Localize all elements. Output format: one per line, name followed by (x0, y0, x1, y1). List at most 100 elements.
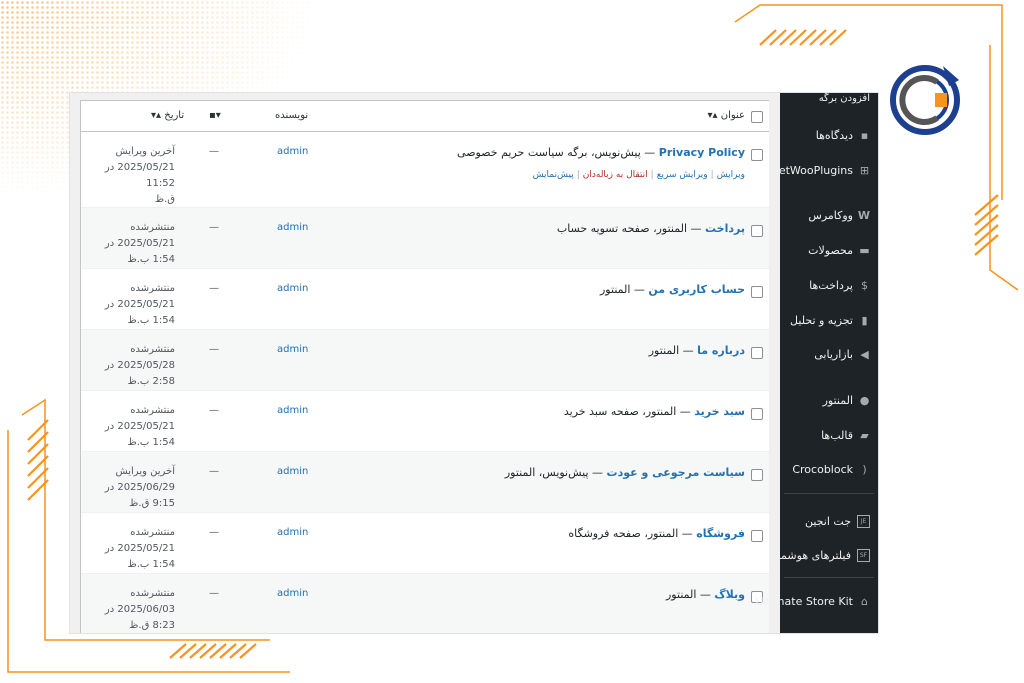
row-checkbox[interactable] (751, 530, 763, 542)
row-title: Privacy Policy — پیش‌نویس، برگه سیاست حر… (457, 146, 745, 159)
row-author[interactable]: admin (277, 527, 308, 538)
row-title-link[interactable]: Privacy Policy (659, 146, 745, 159)
row-comments: — (209, 146, 219, 157)
sidebar-divider (784, 493, 874, 494)
sidebar-item-marketing[interactable]: ◀ بازاریابی (814, 348, 870, 361)
row-title: حساب کاربری من — المنتور (600, 283, 745, 296)
row-title: سبد خرید — المنتور، صفحه سبد خرید (564, 405, 745, 418)
row-author[interactable]: admin (277, 222, 308, 233)
trash-link[interactable]: انتقال به زباله‌دان (583, 170, 648, 180)
sidebar-divider (784, 577, 874, 578)
row-date: منتشرشده 2025/05/21 در 1:54 ب.ظ (104, 405, 175, 448)
sidebar-item-comments[interactable]: ▪ دیدگاه‌ها (816, 129, 870, 142)
column-date-header[interactable]: تاریخ ▴▾ (151, 110, 184, 121)
elementor-icon: ● (859, 394, 870, 407)
table-row: حساب کاربری من — المنتور admin — منتشرشد… (81, 269, 769, 330)
row-checkbox[interactable] (751, 469, 763, 481)
row-title: درباره ما — المنتور (649, 344, 745, 357)
sidebar-item-analytics[interactable]: ▮ تجزیه و تحلیل (790, 314, 870, 327)
row-title-link[interactable]: سبد خرید (694, 405, 745, 418)
sidebar-item-products[interactable]: ▬ محصولات (808, 244, 870, 257)
sidebar-item-payments[interactable]: $ پرداخت‌ها (809, 279, 870, 292)
row-date: منتشرشده 2025/05/21 در 1:54 ب.ظ (104, 527, 175, 570)
row-title-link[interactable]: حساب کاربری من (648, 283, 745, 296)
row-comments: — (209, 222, 219, 233)
table-row: سبد خرید — المنتور، صفحه سبد خرید admin … (81, 391, 769, 452)
row-comments: — (209, 527, 219, 538)
comment-icon: ▪ (860, 129, 869, 142)
archive-icon: ▬ (859, 244, 870, 257)
row-author[interactable]: admin (277, 588, 308, 599)
brand-logo (890, 65, 960, 135)
table-header: عنوان ▴▾ نویسنده ▾▪ تاریخ ▴▾ (81, 101, 769, 132)
row-comments: — (209, 405, 219, 416)
table-row: Privacy Policy — پیش‌نویس، برگه سیاست حر… (81, 132, 769, 208)
table-row: پرداخت — المنتور، صفحه تسویه حساب admin … (81, 208, 769, 269)
row-author[interactable]: admin (277, 146, 308, 157)
edit-link[interactable]: ویرایش (717, 170, 745, 180)
woo-icon: W (857, 209, 870, 222)
row-title: پرداخت — المنتور، صفحه تسویه حساب (557, 222, 745, 235)
sidebar-item-getwooplugins[interactable]: ⊞ GetWooPlugins (770, 164, 870, 177)
row-title-link[interactable]: درباره ما (697, 344, 745, 357)
row-author[interactable]: admin (277, 283, 308, 294)
sidebar-item-jet-engine[interactable]: JE جت انجین (805, 515, 870, 528)
bar-chart-icon: ▮ (861, 314, 868, 327)
admin-sidebar: افزودن برگه ▪ دیدگاه‌ها ⊞ GetWooPlugins … (755, 93, 878, 633)
table-row: وبلاگ — المنتور admin — منتشرشده 2025/06… (81, 574, 769, 633)
sidebar-item-crocoblock[interactable]: ( Crocoblock (792, 463, 870, 476)
row-comments: — (209, 344, 219, 355)
sidebar-item-elementor[interactable]: ● المنتور (823, 394, 870, 407)
row-title-state: — المنتور، صفحه فروشگاه (568, 527, 697, 540)
row-checkbox[interactable] (751, 225, 763, 237)
sidebar-item-ultimate-store-kit[interactable]: ⌂ Ultimate Store Kit (755, 595, 870, 608)
row-comments: — (209, 588, 219, 599)
plus-box-icon: ⊞ (859, 164, 870, 177)
column-author-header: نویسنده (275, 110, 309, 121)
row-title-link[interactable]: پرداخت (705, 222, 745, 235)
sidebar-item-smart-filters[interactable]: SF فیلترهای هوشمند (772, 549, 870, 562)
row-author[interactable]: admin (277, 344, 308, 355)
row-title-link[interactable]: فروشگاه (696, 527, 745, 540)
row-title-state: — المنتور، صفحه سبد خرید (563, 405, 695, 418)
sidebar-item-templates[interactable]: ▰ قالب‌ها (821, 429, 870, 442)
jet-filter-icon: SF (857, 549, 870, 562)
sidebar-item-woocommerce[interactable]: W ووکامرس (808, 209, 870, 222)
row-checkbox[interactable] (751, 408, 763, 420)
row-date: منتشرشده 2025/05/28 در 2:58 ب.ظ (104, 344, 175, 387)
row-title: فروشگاه — المنتور، صفحه فروشگاه (568, 527, 745, 540)
megaphone-icon: ◀ (860, 348, 869, 361)
row-date: منتشرشده 2025/05/21 در 1:54 ب.ظ (104, 283, 175, 326)
quick-edit-link[interactable]: ویرایش سریع (657, 170, 708, 180)
column-title-header[interactable]: عنوان ▴▾ (707, 110, 745, 121)
row-title-link[interactable]: وبلاگ (714, 588, 745, 601)
row-checkbox[interactable] (751, 149, 763, 161)
bag-icon: ⌂ (861, 595, 868, 608)
dollar-icon: $ (861, 279, 868, 292)
sort-arrows-icon: ▴▾ (151, 110, 162, 121)
pages-table: عنوان ▴▾ نویسنده ▾▪ تاریخ ▴▾ Privacy Pol… (80, 100, 769, 633)
row-checkbox[interactable] (751, 286, 763, 298)
row-title-link[interactable]: سیاست مرجوعی و عودت (607, 466, 745, 479)
row-checkbox[interactable] (751, 347, 763, 359)
row-comments: — (209, 466, 219, 477)
table-row: سیاست مرجوعی و عودت — پیش‌نویس، المنتور … (81, 452, 769, 513)
row-date: آخرین ویرایش 2025/05/21 در 11:52 ق.ظ (104, 146, 175, 205)
row-author[interactable]: admin (277, 405, 308, 416)
table-row: درباره ما — المنتور admin — منتشرشده 202… (81, 330, 769, 391)
row-title-state: — پیش‌نویس، برگه سیاست حریم خصوصی (457, 146, 659, 159)
row-title-state: — المنتور (666, 588, 715, 601)
preview-link[interactable]: پیش‌نمایش (533, 170, 574, 180)
row-actions: ویرایش|ویرایش سریع|انتقال به زباله‌دان|پ… (532, 170, 745, 180)
crocoblock-icon: ( (862, 463, 867, 476)
row-title-state: — پیش‌نویس، المنتور (504, 466, 607, 479)
row-date: آخرین ویرایش 2025/06/29 در 9:15 ق.ظ (104, 466, 175, 509)
comment-bubble-icon[interactable]: ▾▪ (209, 110, 221, 121)
jet-engine-icon: JE (857, 515, 870, 528)
row-title: سیاست مرجوعی و عودت — پیش‌نویس، المنتور (505, 466, 745, 479)
wordpress-admin-screenshot: عنوان ▴▾ نویسنده ▾▪ تاریخ ▴▾ Privacy Pol… (70, 93, 878, 633)
row-author[interactable]: admin (277, 466, 308, 477)
row-date: منتشرشده 2025/06/03 در 8:23 ق.ظ (104, 588, 175, 631)
select-all-checkbox[interactable] (751, 111, 763, 123)
sidebar-item-add-page[interactable]: افزودن برگه (819, 93, 870, 104)
